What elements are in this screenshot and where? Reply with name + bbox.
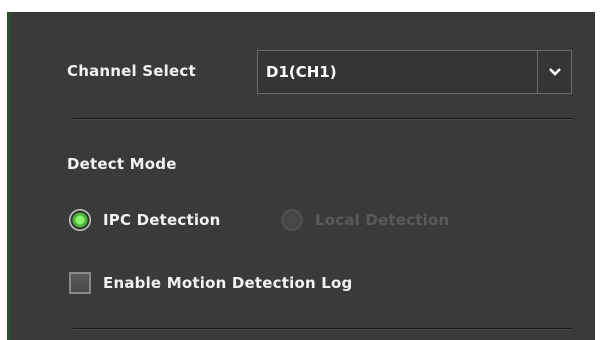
local-detection-label[interactable]: Local Detection (315, 211, 449, 229)
channel-select-value: D1(CH1) (266, 63, 337, 81)
divider-bottom (73, 328, 573, 330)
channel-select-label: Channel Select (67, 62, 196, 80)
divider-top (73, 118, 573, 120)
detect-mode-heading: Detect Mode (67, 155, 177, 173)
ipc-detection-label[interactable]: IPC Detection (103, 211, 221, 229)
settings-screen: Channel Select D1(CH1) Detect Mode IPC D… (0, 0, 603, 340)
motion-log-label[interactable]: Enable Motion Detection Log (103, 274, 352, 292)
ipc-detection-radio[interactable] (69, 209, 91, 231)
motion-log-checkbox[interactable] (69, 272, 91, 294)
channel-select-dropdown[interactable]: D1(CH1) (257, 50, 572, 94)
motion-detection-panel: Channel Select D1(CH1) Detect Mode IPC D… (7, 12, 595, 340)
local-detection-radio[interactable] (281, 209, 303, 231)
chevron-down-icon (548, 68, 561, 76)
dropdown-button[interactable] (537, 51, 571, 93)
